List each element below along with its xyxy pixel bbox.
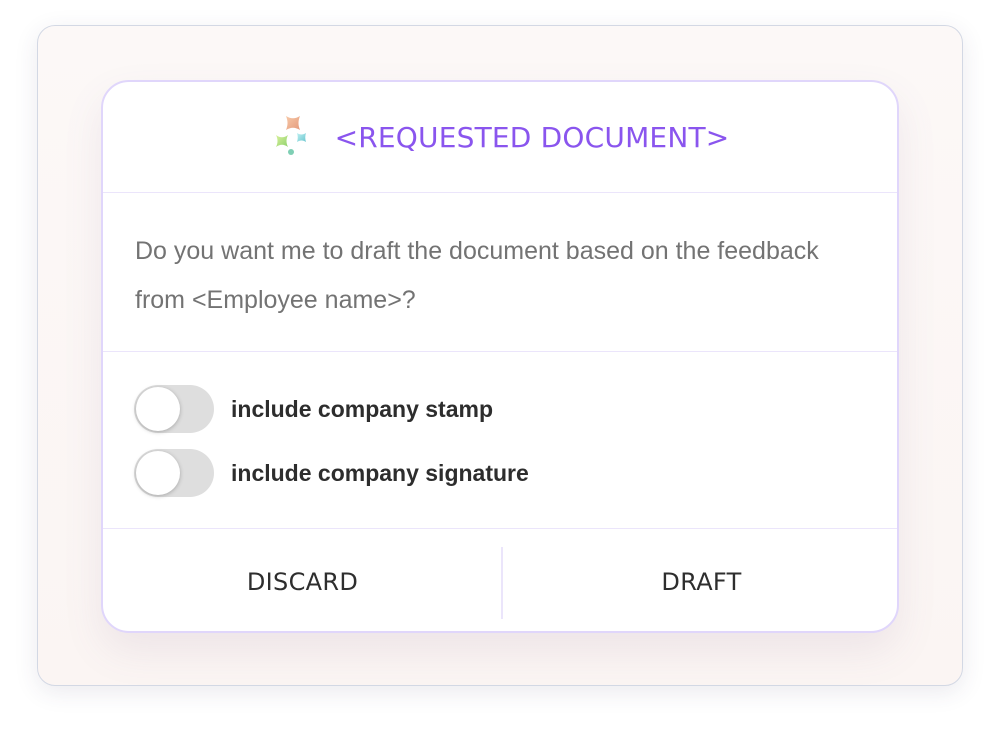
sparkles-logo-icon <box>275 116 306 155</box>
dialog-header: <REQUESTED DOCUMENT> <box>103 82 897 193</box>
document-request-dialog: <REQUESTED DOCUMENT> Do you want me to d… <box>101 80 899 633</box>
option-company-signature: include company signature <box>134 449 529 497</box>
draft-button[interactable]: DRAFT <box>502 529 897 631</box>
options-section: include company stamp include company si… <box>103 353 897 529</box>
dialog-title: <REQUESTED DOCUMENT> <box>334 120 730 154</box>
option-company-stamp: include company stamp <box>134 385 493 433</box>
company-signature-toggle[interactable] <box>134 449 214 497</box>
toggle-knob <box>136 387 180 431</box>
dialog-message: Do you want me to draft the document bas… <box>135 237 819 314</box>
company-stamp-toggle[interactable] <box>134 385 214 433</box>
company-stamp-label: include company stamp <box>231 395 494 422</box>
discard-button[interactable]: DISCARD <box>103 529 502 631</box>
dialog-message-section: Do you want me to draft the document bas… <box>103 193 897 352</box>
toggle-knob <box>136 451 180 495</box>
dialog-actions: DISCARD DRAFT <box>103 529 897 631</box>
company-signature-label: include company signature <box>231 459 529 486</box>
